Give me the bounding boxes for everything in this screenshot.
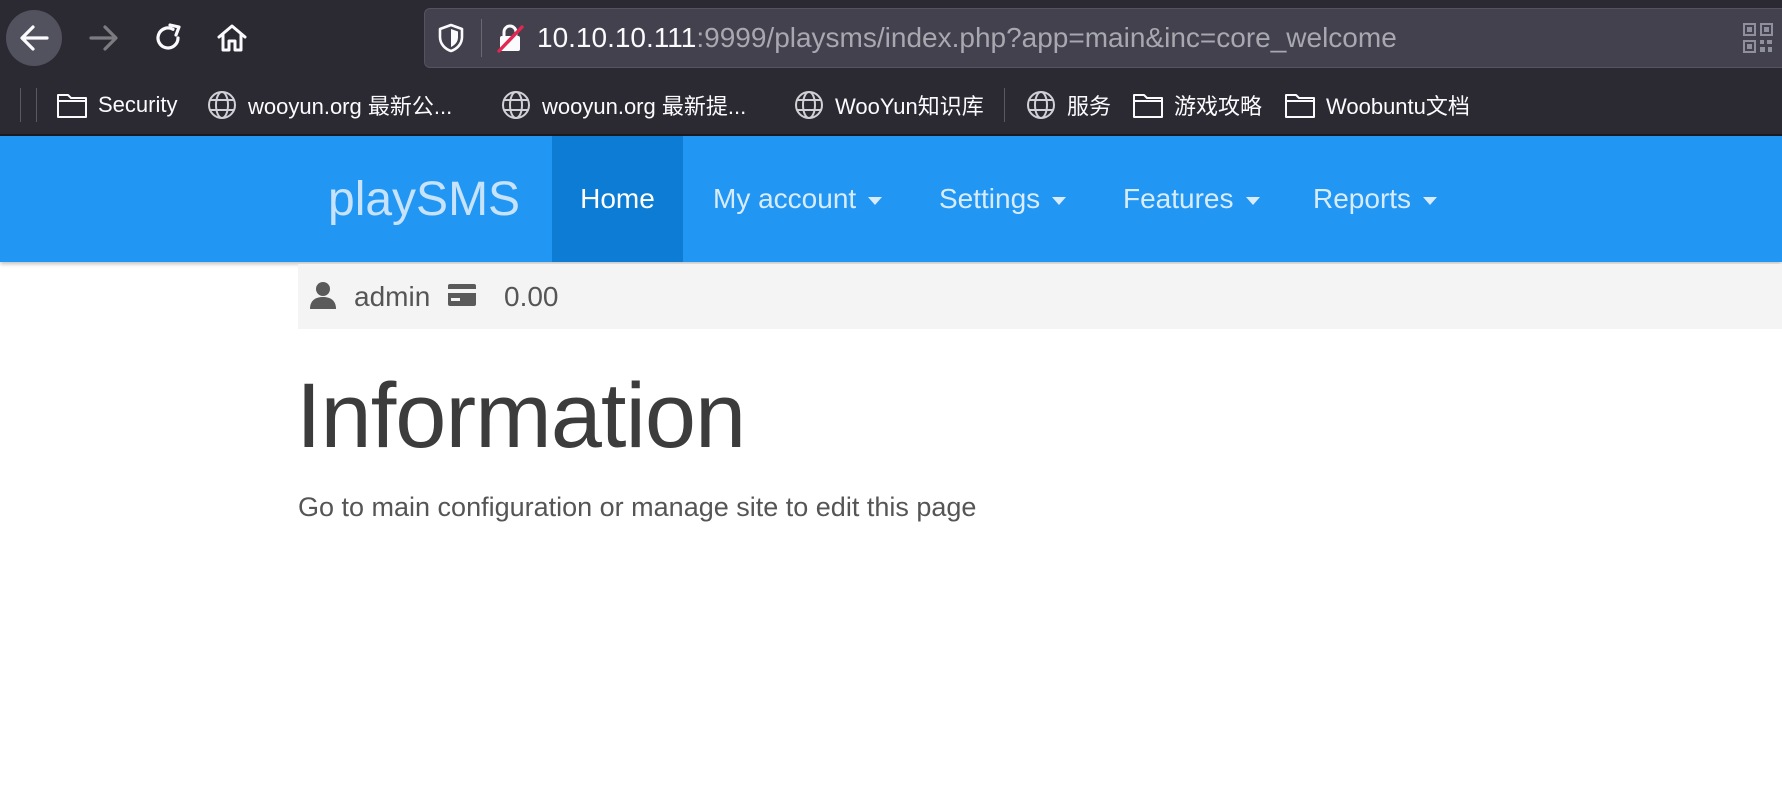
bookmarks-divider	[36, 88, 37, 122]
url-path: :9999/playsms/index.php?app=main&inc=cor…	[696, 22, 1397, 53]
user-info-bar: admin 0.00	[298, 264, 1782, 329]
bookmark-game-guides[interactable]: 游戏攻略	[1132, 88, 1262, 122]
bookmark-label: 服务	[1067, 94, 1112, 119]
caret-down-icon	[868, 197, 883, 205]
bookmark-woobuntu-docs[interactable]: Woobuntu文档	[1284, 88, 1470, 122]
nav-settings[interactable]: Settings	[939, 136, 1067, 262]
caret-down-icon	[1245, 197, 1260, 205]
nav-features[interactable]: Features	[1123, 136, 1260, 262]
bookmark-label: Security	[98, 92, 178, 117]
globe-icon	[208, 91, 236, 119]
arrow-right-icon	[89, 25, 118, 51]
bookmark-label: WooYun知识库	[835, 94, 984, 119]
shield-icon[interactable]	[437, 23, 465, 53]
bookmark-wooyun-knowledge[interactable]: WooYun知识库	[793, 88, 984, 122]
insecure-lock-icon[interactable]	[495, 23, 525, 53]
caret-down-icon	[1423, 197, 1438, 205]
caret-down-icon	[1052, 197, 1067, 205]
url-text[interactable]: 10.10.10.111:9999/playsms/index.php?app=…	[537, 23, 1397, 53]
globe-icon	[502, 91, 530, 119]
credit-card-icon	[448, 284, 476, 306]
app-navbar: playSMS Home My account Settings Feature…	[0, 136, 1782, 262]
nav-label: Reports	[1313, 183, 1412, 214]
nav-label: My account	[713, 183, 857, 214]
url-bar[interactable]: 10.10.10.111:9999/playsms/index.php?app=…	[424, 8, 1782, 68]
bookmark-wooyun-latest-submit[interactable]: wooyun.org 最新提...	[500, 88, 746, 122]
qr-code-icon[interactable]	[1743, 23, 1773, 53]
bookmark-label: Woobuntu文档	[1326, 94, 1470, 119]
bookmarks-divider	[1004, 88, 1005, 122]
reload-icon	[156, 23, 181, 50]
bookmark-services[interactable]: 服务	[1025, 88, 1111, 122]
user-icon	[310, 282, 336, 309]
forward-button[interactable]	[76, 10, 132, 66]
url-host: 10.10.10.111	[537, 22, 697, 53]
back-button[interactable]	[6, 10, 62, 66]
folder-icon	[1285, 94, 1315, 118]
browser-toolbar: 10.10.10.111:9999/playsms/index.php?app=…	[0, 0, 1782, 76]
bookmark-wooyun-latest-public[interactable]: wooyun.org 最新公...	[206, 88, 452, 122]
bookmarks-divider	[20, 88, 21, 122]
page-description: Go to main configuration or manage site …	[298, 492, 977, 522]
nav-label: Features	[1123, 183, 1234, 214]
home-button[interactable]	[204, 10, 260, 66]
nav-label: Settings	[939, 183, 1041, 214]
url-separator	[481, 19, 482, 57]
nav-reports[interactable]: Reports	[1313, 136, 1438, 262]
reload-button[interactable]	[140, 10, 196, 66]
nav-home[interactable]: Home	[552, 136, 683, 262]
brand-logo[interactable]: playSMS	[328, 174, 520, 226]
nav-my-account[interactable]: My account	[713, 136, 883, 262]
credit-balance: 0.00	[504, 281, 559, 312]
bookmark-label: wooyun.org 最新提...	[542, 94, 747, 119]
nav-label: Home	[580, 183, 655, 214]
arrow-left-icon	[20, 25, 49, 51]
folder-icon	[1133, 94, 1163, 118]
bookmark-label: 游戏攻略	[1174, 94, 1263, 119]
folder-icon	[57, 94, 87, 118]
home-icon	[217, 24, 247, 52]
bookmark-security[interactable]: Security	[56, 88, 177, 122]
username[interactable]: admin	[354, 281, 430, 313]
page-title: Information	[296, 365, 746, 467]
globe-icon	[795, 91, 823, 119]
bookmark-label: wooyun.org 最新公...	[248, 94, 453, 119]
globe-icon	[1027, 91, 1055, 119]
bookmarks-toolbar: Security wooyun.org 最新公... wooyun.org 最新…	[0, 76, 1782, 136]
